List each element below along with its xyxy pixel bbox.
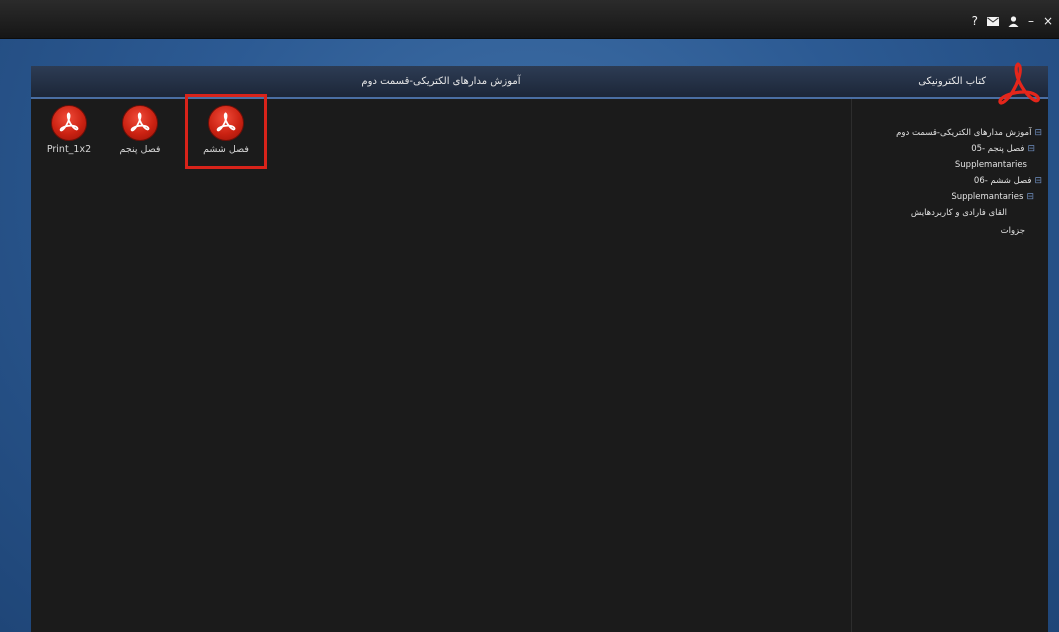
ebook-app-panel: آموزش مدارهای الکتریکی-قسمت دوم کتاب الک… <box>31 62 1049 632</box>
pdf-icon <box>122 105 158 141</box>
mail-icon[interactable] <box>986 16 999 26</box>
tree-item-faraday[interactable]: القای فارادی و کاربردهایش <box>911 206 1007 220</box>
minimize-icon[interactable]: – <box>1028 14 1034 28</box>
file-fasl-panjom[interactable]: فصل پنجم <box>104 105 176 155</box>
tree-item-jozavat[interactable]: جزوات <box>1001 224 1025 238</box>
file-fasl-sheshom[interactable]: فصل ششم <box>185 94 267 169</box>
tree-item-supplementaries-6[interactable]: Supplemantaries ⊟ <box>951 190 1034 204</box>
window-controls: ? – × <box>972 12 1053 30</box>
pdf-icon <box>208 105 244 141</box>
file-label: فصل ششم <box>203 144 249 155</box>
close-icon[interactable]: × <box>1043 14 1053 28</box>
brand-title: کتاب الکترونیکی <box>918 76 986 87</box>
file-label: فصل پنجم <box>119 144 161 155</box>
pdf-icon <box>51 105 87 141</box>
tree-item-label: Supplemantaries <box>951 192 1024 202</box>
file-label: Print_1x2 <box>46 144 92 155</box>
file-grid: Print_1x2 فصل پنجم فصل ششم <box>31 94 850 632</box>
tree-item-label: القای فارادی و کاربردهایش <box>910 208 1007 218</box>
tree-item-chapter-6[interactable]: 06- فصل ششم ⊟ <box>974 174 1042 188</box>
app-header: آموزش مدارهای الکتریکی-قسمت دوم کتاب الک… <box>31 62 1048 105</box>
tree-item-label: جزوات <box>1000 226 1025 236</box>
tree-item-chapter-5[interactable]: 05- فصل پنجم ⊟ <box>971 142 1035 156</box>
file-print-1x2[interactable]: Print_1x2 <box>33 105 105 155</box>
collapse-icon[interactable]: ⊟ <box>1034 176 1042 186</box>
page-title: آموزش مدارهای الکتریکی-قسمت دوم <box>361 76 521 87</box>
collapse-icon[interactable]: ⊟ <box>1034 128 1042 138</box>
tree-item-label: 05- فصل پنجم <box>971 144 1025 154</box>
window-titlebar: ? – × <box>0 0 1059 39</box>
tree-item-supplementaries-5[interactable]: Supplemantaries <box>955 158 1027 172</box>
tree-item-label: 06- فصل ششم <box>973 176 1032 186</box>
collapse-icon[interactable]: ⊟ <box>1027 144 1035 154</box>
collapse-icon[interactable]: ⊟ <box>1026 192 1034 202</box>
sidebar-tree-panel: آموزش مدارهای الکتریکی-قسمت دوم ⊟ 05- فصل… <box>851 99 1049 632</box>
help-icon[interactable]: ? <box>972 14 978 28</box>
tree-item-root[interactable]: آموزش مدارهای الکتریکی-قسمت دوم ⊟ <box>896 126 1042 140</box>
tree-item-label: آموزش مدارهای الکتریکی-قسمت دوم <box>896 128 1032 138</box>
tree-item-label: Supplemantaries <box>954 160 1027 170</box>
user-icon[interactable] <box>1008 15 1019 27</box>
